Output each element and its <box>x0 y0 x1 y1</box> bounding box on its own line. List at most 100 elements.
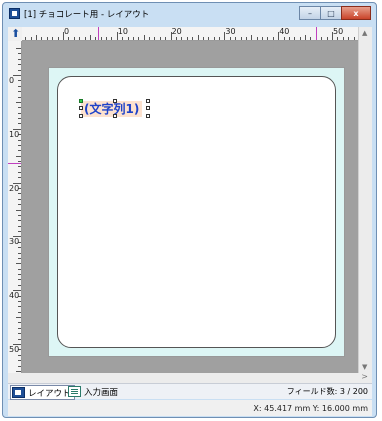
title-bar[interactable]: [1] チョコレート用 - レイアウト – □ x <box>3 3 376 25</box>
selection-handle[interactable] <box>146 114 150 118</box>
ruler-tick <box>73 37 75 40</box>
ruler-tick <box>18 231 21 233</box>
ruler-tick <box>16 48 21 50</box>
ruler-tick <box>283 37 285 40</box>
ruler-tick <box>245 37 247 40</box>
horizontal-scrollbar[interactable]: > <box>8 372 372 383</box>
label-background[interactable]: (文字列1) <box>48 67 345 357</box>
ruler-tick <box>197 35 199 40</box>
ruler-tick <box>18 64 21 66</box>
ruler-tick <box>18 257 21 259</box>
ruler-tick <box>165 37 167 40</box>
ruler-tick <box>84 37 86 40</box>
ruler-tick <box>18 225 21 227</box>
ruler-marker <box>316 27 317 40</box>
ruler-tick <box>18 161 21 163</box>
maximize-button[interactable]: □ <box>320 6 342 20</box>
ruler-tick <box>18 123 21 125</box>
ruler-tick <box>16 209 21 211</box>
selection-handle[interactable] <box>113 114 117 118</box>
ruler-tick <box>321 37 323 40</box>
ruler-tick <box>18 177 21 179</box>
ruler-tick <box>18 139 21 141</box>
ruler-tick <box>208 37 210 40</box>
selection-handle[interactable] <box>79 114 83 118</box>
ruler-tick <box>175 37 177 40</box>
ruler-tick <box>18 279 21 281</box>
ruler-tick <box>52 37 54 40</box>
ruler-label: 20 <box>9 183 20 193</box>
ruler-tick <box>18 107 21 109</box>
ruler-tick <box>16 317 21 319</box>
design-area[interactable]: ⬆ 01020304050 0102030405060 (文字列1) ▲ ▼ <box>8 27 372 373</box>
selection-handle[interactable] <box>146 99 150 103</box>
ruler-tick <box>235 37 237 40</box>
close-button[interactable]: x <box>341 6 371 20</box>
ruler-tick <box>229 37 231 40</box>
ruler-label: 50 <box>333 27 344 36</box>
label-shape[interactable]: (文字列1) <box>57 76 336 348</box>
ruler-tick <box>181 37 183 40</box>
ruler-tick <box>18 193 21 195</box>
ruler-tick <box>143 35 145 40</box>
ruler-tick <box>18 360 21 362</box>
ruler-tick <box>127 37 129 40</box>
ruler-tick <box>348 37 350 40</box>
ruler-tick <box>18 85 21 87</box>
ruler-tick <box>138 37 140 40</box>
minimize-button[interactable]: – <box>299 6 321 20</box>
layout-window: [1] チョコレート用 - レイアウト – □ x ⬆ 0 10 20 30 40 50 … <box>2 2 377 418</box>
ruler-tick <box>299 37 301 40</box>
ruler-tick <box>18 69 21 71</box>
scroll-down-icon[interactable]: ▼ <box>362 363 367 371</box>
ruler-tick <box>256 37 258 40</box>
ruler-marker <box>8 163 21 164</box>
status-bar: レイアウト 入力画面 フィールド数: 3 / 200 <box>8 383 372 400</box>
ruler-tick <box>18 80 21 82</box>
ruler-tick <box>18 268 21 270</box>
ruler-tick <box>18 91 21 93</box>
ruler-tick <box>342 37 344 40</box>
tab-input-screen[interactable]: 入力画面 <box>68 385 118 398</box>
ruler-tick <box>18 252 21 254</box>
ruler-tick <box>149 37 151 40</box>
ruler-label: 30 <box>9 237 20 247</box>
selection-handle[interactable] <box>79 99 83 103</box>
text-field[interactable]: (文字列1) <box>81 101 143 117</box>
tab-layout[interactable]: レイアウト <box>10 385 75 400</box>
horizontal-ruler: 0 10 20 30 40 50 <box>22 27 358 41</box>
ruler-tick <box>272 37 274 40</box>
ruler-tick <box>18 150 21 152</box>
ruler-tick <box>16 101 21 103</box>
ruler-tick <box>262 37 264 40</box>
ruler-tick <box>305 35 307 40</box>
ruler-label: 20 <box>171 27 182 36</box>
ruler-tick <box>18 327 21 329</box>
ruler-tick <box>95 37 97 40</box>
ruler-tick <box>18 284 21 286</box>
ruler-tick <box>79 37 81 40</box>
ruler-tick <box>89 35 91 40</box>
ruler-tick <box>57 37 59 40</box>
ruler-tick <box>326 37 328 40</box>
ruler-tick <box>18 53 21 55</box>
ruler-tick <box>240 37 242 40</box>
ruler-label: 30 <box>225 27 236 36</box>
vertical-scrollbar[interactable]: ▲ ▼ <box>358 27 372 373</box>
ruler-label: 10 <box>9 129 20 139</box>
ruler-corner[interactable]: ⬆ <box>8 27 22 41</box>
selection-handle[interactable] <box>113 99 117 103</box>
selection-handle[interactable] <box>146 106 150 110</box>
ruler-tick <box>18 365 21 367</box>
ruler-tick <box>18 144 21 146</box>
ruler-tick <box>16 370 21 372</box>
ruler-label: 40 <box>9 291 20 301</box>
ruler-tick <box>100 37 102 40</box>
ruler-tick <box>36 35 38 40</box>
ruler-marker <box>98 27 99 40</box>
ruler-tick <box>18 118 21 120</box>
scroll-right-icon[interactable]: > <box>361 372 368 381</box>
ruler-tick <box>310 37 312 40</box>
scroll-up-icon[interactable]: ▲ <box>362 29 367 37</box>
selection-handle[interactable] <box>79 106 83 110</box>
